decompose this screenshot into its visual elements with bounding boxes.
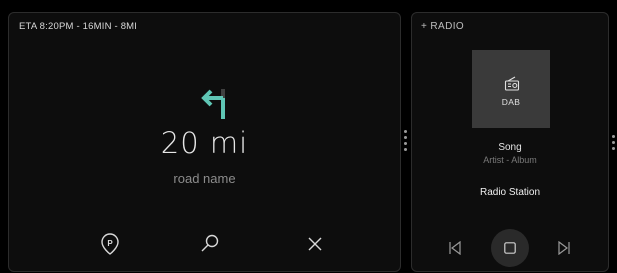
artist-album: Artist - Album (483, 155, 537, 165)
band-label: DAB (501, 97, 521, 107)
search-icon[interactable] (197, 231, 223, 257)
distance-to-turn: 20 mi (160, 126, 249, 160)
station-name: Radio Station (479, 187, 541, 198)
turn-left-arrow-icon (201, 89, 225, 119)
radio-card: + RADIO DAB Song Artist - Album Radio St… (411, 12, 609, 272)
previous-icon[interactable] (448, 241, 462, 255)
drag-handle[interactable] (404, 130, 407, 154)
stop-button[interactable] (491, 229, 529, 267)
album-art: DAB (472, 50, 550, 128)
close-icon[interactable] (302, 231, 328, 257)
eta-summary: ETA 8:20PM - 16MIN - 8MI (19, 21, 138, 32)
navigation-card: ETA 8:20PM - 16MIN - 8MI 20 mi road name… (8, 12, 401, 272)
radio-icon (504, 76, 520, 91)
next-icon[interactable] (557, 241, 571, 255)
parking-icon[interactable]: P (97, 231, 123, 257)
radio-title: + RADIO (421, 21, 465, 32)
song-title: Song (498, 142, 522, 153)
road-name: road name (173, 171, 236, 186)
svg-text:P: P (107, 239, 113, 248)
drag-handle[interactable] (612, 135, 615, 153)
stop-icon (504, 242, 516, 254)
